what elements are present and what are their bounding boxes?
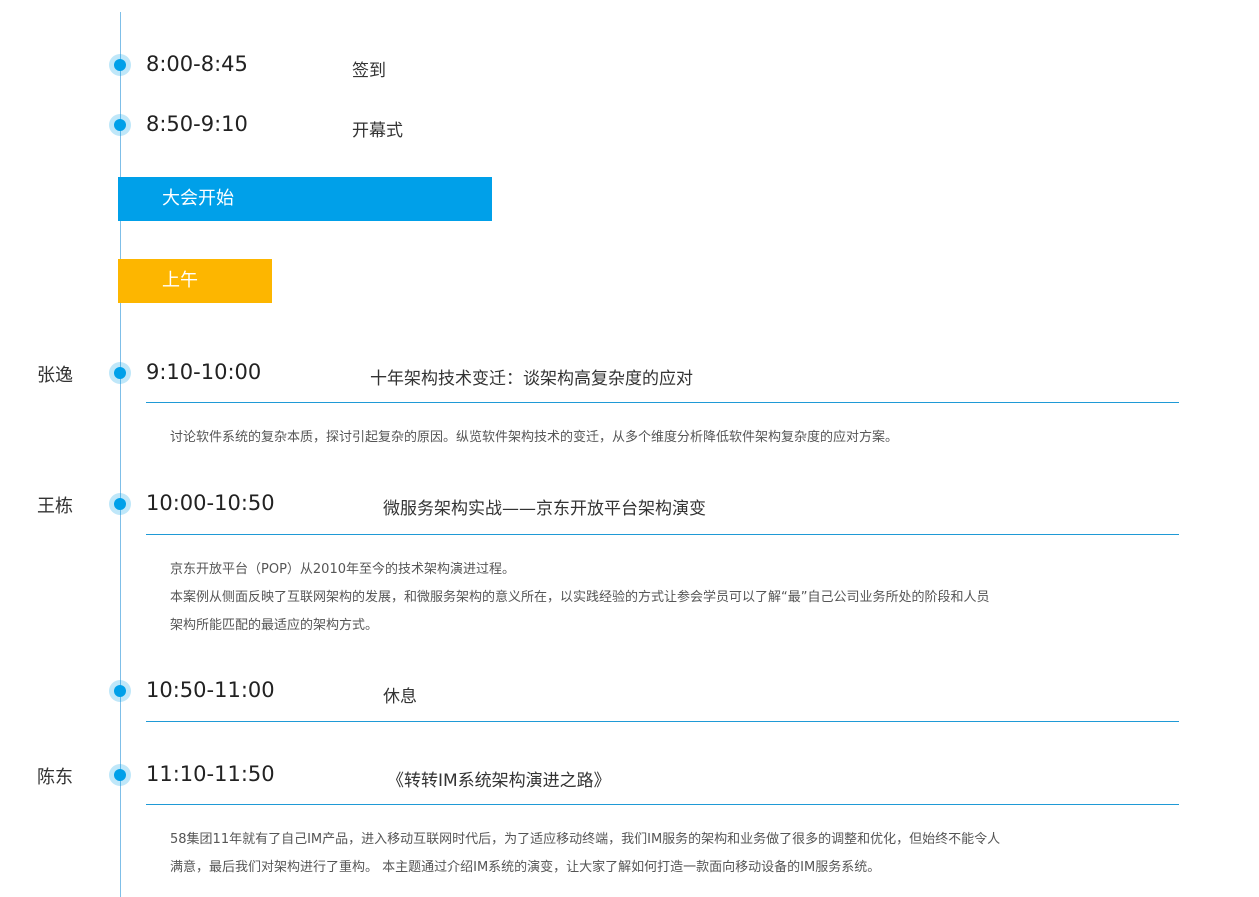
description-line: 本案例从侧面反映了互联网架构的发展，和微服务架构的意义所在，以实践经验的方式让参… (170, 590, 990, 605)
speaker-name: 王栋 (37, 496, 73, 517)
session-time: 11:10-11:50 (146, 762, 275, 786)
divider (146, 534, 1179, 535)
divider (146, 721, 1179, 722)
timeline-dot (109, 680, 131, 702)
session-time: 9:10-10:00 (146, 360, 262, 384)
session-title: 《转转IM系统架构演进之路》 (387, 771, 611, 791)
divider (146, 804, 1179, 805)
session-time: 8:50-9:10 (146, 112, 248, 136)
speaker-name: 张逸 (37, 365, 73, 386)
divider (146, 402, 1179, 403)
timeline-dot (109, 493, 131, 515)
session-description: 京东开放平台（POP）从2010年至今的技术架构演进过程。 本案例从侧面反映了互… (170, 556, 1150, 640)
banner-morning: 上午 (118, 259, 272, 303)
description-line: 架构所能匹配的最适应的架构方式。 (170, 618, 379, 633)
session-title: 休息 (383, 687, 417, 707)
session-time: 10:00-10:50 (146, 491, 275, 515)
session-time: 8:00-8:45 (146, 52, 248, 76)
session-description: 58集团11年就有了自己IM产品，进入移动互联网时代后，为了适应移动终端，我们I… (170, 826, 1150, 882)
description-line: 58集团11年就有了自己IM产品，进入移动互联网时代后，为了适应移动终端，我们I… (170, 832, 1001, 847)
session-title: 微服务架构实战——京东开放平台架构演变 (383, 499, 706, 519)
timeline-dot (109, 114, 131, 136)
description-line: 讨论软件系统的复杂本质，探讨引起复杂的原因。纵览软件架构技术的变迁，从多个维度分… (170, 430, 899, 445)
session-title: 开幕式 (352, 121, 403, 141)
banner-conference-start: 大会开始 (118, 177, 492, 221)
timeline-dot (109, 764, 131, 786)
session-time: 10:50-11:00 (146, 678, 275, 702)
description-line: 满意，最后我们对架构进行了重构。 本主题通过介绍IM系统的演变，让大家了解如何打… (170, 860, 881, 875)
speaker-name: 陈东 (37, 767, 73, 788)
timeline-dot (109, 54, 131, 76)
session-title: 签到 (352, 61, 386, 81)
session-description: 讨论软件系统的复杂本质，探讨引起复杂的原因。纵览软件架构技术的变迁，从多个维度分… (170, 424, 1150, 452)
description-line: 京东开放平台（POP）从2010年至今的技术架构演进过程。 (170, 562, 515, 577)
timeline-dot (109, 362, 131, 384)
session-title: 十年架构技术变迁：谈架构高复杂度的应对 (370, 369, 693, 389)
